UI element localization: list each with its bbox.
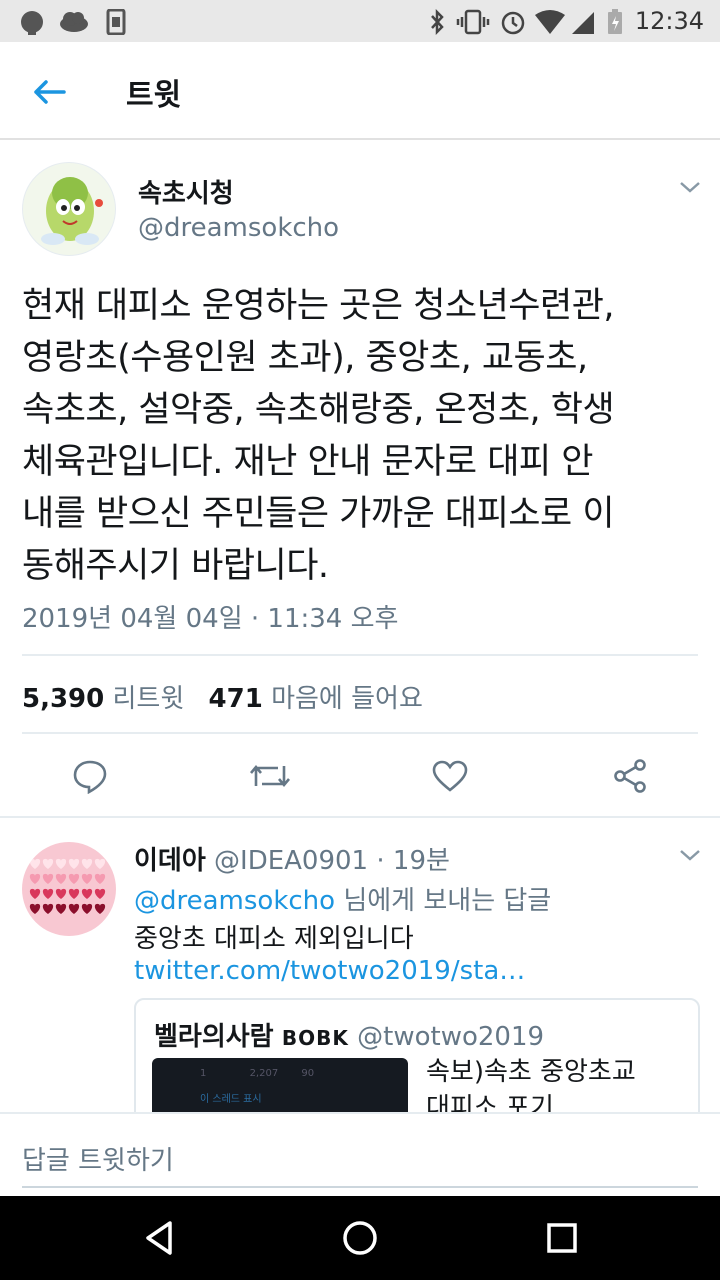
tweet-text-line: 현재 대피소 운영하는 곳은 청소년수련관,: [22, 286, 615, 326]
reply-compose-bar[interactable]: 답글 트윗하기: [0, 1112, 720, 1196]
heart-icon: [68, 888, 80, 899]
heart-icon: [81, 888, 93, 899]
notification-icon: [21, 11, 43, 35]
heart-icon: [68, 858, 80, 869]
heart-icon: [81, 858, 93, 869]
quoted-badge: BOBK: [281, 1026, 349, 1050]
heart-icon: [81, 873, 93, 884]
tweet-text: 현재 대피소 운영하는 곳은 청소년수련관, 영랑초(수용인원 초과), 중앙초…: [22, 280, 712, 592]
tweet-text-line: 동해주시기 바랍니다.: [22, 546, 329, 586]
cloud-icon: [60, 12, 88, 32]
replying-to-handle[interactable]: @dreamsokcho: [134, 886, 335, 916]
thumb-count: 2,207: [249, 1068, 279, 1079]
divider: [22, 732, 698, 734]
replying-to: @dreamsokcho 님에게 보내는 답글: [134, 880, 551, 917]
tweet-timestamp: 2019년 04월 04일 · 11:34 오후: [22, 604, 399, 634]
reply-text: 중앙초 대피소 제외입니다: [134, 924, 414, 954]
heart-icon: [42, 888, 54, 899]
wifi-icon: [535, 10, 565, 34]
heart-icon: [42, 858, 54, 869]
heart-icon: [55, 873, 67, 884]
heart-icon: [94, 858, 106, 869]
quoted-author-handle: @twotwo2019: [357, 1022, 545, 1052]
hearts-avatar-icon: [29, 858, 106, 914]
reply-link[interactable]: twitter.com/twotwo2019/sta…: [134, 956, 525, 986]
tweet-text-line: 영랑초(수용인원 초과), 중앙초, 교동초,: [22, 338, 588, 378]
avatar[interactable]: [22, 162, 116, 256]
thumb-count: 90: [301, 1068, 315, 1079]
heart-icon: [29, 873, 41, 884]
alarm-icon: [501, 11, 525, 35]
tweet-author-name[interactable]: 속초시청: [138, 173, 234, 210]
heart-icon: [94, 873, 106, 884]
reply-compose-input[interactable]: 답글 트윗하기: [22, 1140, 174, 1177]
like-label[interactable]: 마음에 들어요: [271, 684, 423, 714]
reply-author-name[interactable]: 이데아: [134, 846, 206, 876]
tweet-text-line: 내를 받으신 주민들은 가까운 대피소로 이: [22, 494, 615, 534]
heart-icon: [55, 888, 67, 899]
status-bar: 12:34: [0, 0, 720, 42]
heart-icon: [81, 903, 93, 914]
heart-icon: [55, 903, 67, 914]
vibrate-icon: [456, 9, 490, 35]
retweet-icon[interactable]: [248, 760, 292, 792]
reply-avatar[interactable]: [22, 842, 116, 936]
page-title: 트윗: [126, 78, 182, 113]
screen: 12:34 트윗 속초시청 @dreamsokcho 현재 대피소 운영하는 곳…: [0, 0, 720, 1280]
thumbnail-counts: 1 2,207 90: [200, 1068, 314, 1079]
heart-icon: [68, 873, 80, 884]
thumb-caption: 이 스레드 표시: [200, 1094, 262, 1105]
reply-icon[interactable]: [72, 758, 108, 794]
heart-icon: [55, 858, 67, 869]
back-triangle-icon[interactable]: [140, 1218, 180, 1258]
recents-square-icon[interactable]: [544, 1220, 580, 1256]
mascot-avatar-icon: [41, 177, 103, 245]
sim-icon: [106, 9, 126, 35]
heart-icon: [94, 903, 106, 914]
heart-icon: [42, 873, 54, 884]
compose-underline: [22, 1186, 698, 1188]
app-bar: 트윗: [0, 42, 720, 140]
thumb-count: 1: [200, 1068, 207, 1079]
quoted-text-line: 속보)속초 중앙초교: [426, 1057, 636, 1087]
tweet-text-line: 체육관입니다. 재난 안내 문자로 대피 안: [22, 442, 593, 482]
heart-icon: [42, 903, 54, 914]
reply-time: · 19분: [376, 846, 450, 876]
tweet-author-handle[interactable]: @dreamsokcho: [138, 213, 339, 243]
share-icon[interactable]: [612, 758, 648, 794]
signal-icon: [572, 12, 594, 34]
reply-author-handle[interactable]: @IDEA0901: [214, 846, 368, 876]
quoted-author-name: 벨라의사람: [154, 1022, 274, 1052]
retweet-label[interactable]: 리트윗: [113, 684, 185, 714]
reply-header: 이데아 @IDEA0901 · 19분: [134, 840, 450, 877]
heart-icon: [94, 888, 106, 899]
quoted-header: 벨라의사람 BOBK @twotwo2019: [154, 1016, 544, 1053]
divider: [22, 654, 698, 656]
chevron-down-icon[interactable]: [678, 178, 702, 196]
navigation-bar: [0, 1196, 720, 1280]
home-circle-icon[interactable]: [340, 1218, 380, 1258]
like-icon[interactable]: [432, 760, 468, 792]
retweet-count[interactable]: 5,390: [22, 684, 104, 714]
status-time: 12:34: [634, 7, 704, 35]
heart-icon: [68, 903, 80, 914]
divider: [0, 816, 720, 818]
chevron-down-icon[interactable]: [678, 846, 702, 864]
back-arrow-icon[interactable]: [30, 72, 70, 112]
bluetooth-icon: [431, 9, 444, 35]
heart-icon: [29, 903, 41, 914]
tweet-text-line: 속초초, 설악중, 속초해랑중, 온정초, 학생: [22, 390, 615, 430]
heart-icon: [29, 888, 41, 899]
like-count[interactable]: 471: [209, 684, 263, 714]
heart-icon: [29, 858, 41, 869]
replying-to-label: 님에게 보내는 답글: [335, 886, 552, 916]
battery-icon: [608, 9, 622, 34]
tweet-stats: 5,390 리트윗 471 마음에 들어요: [22, 678, 423, 715]
